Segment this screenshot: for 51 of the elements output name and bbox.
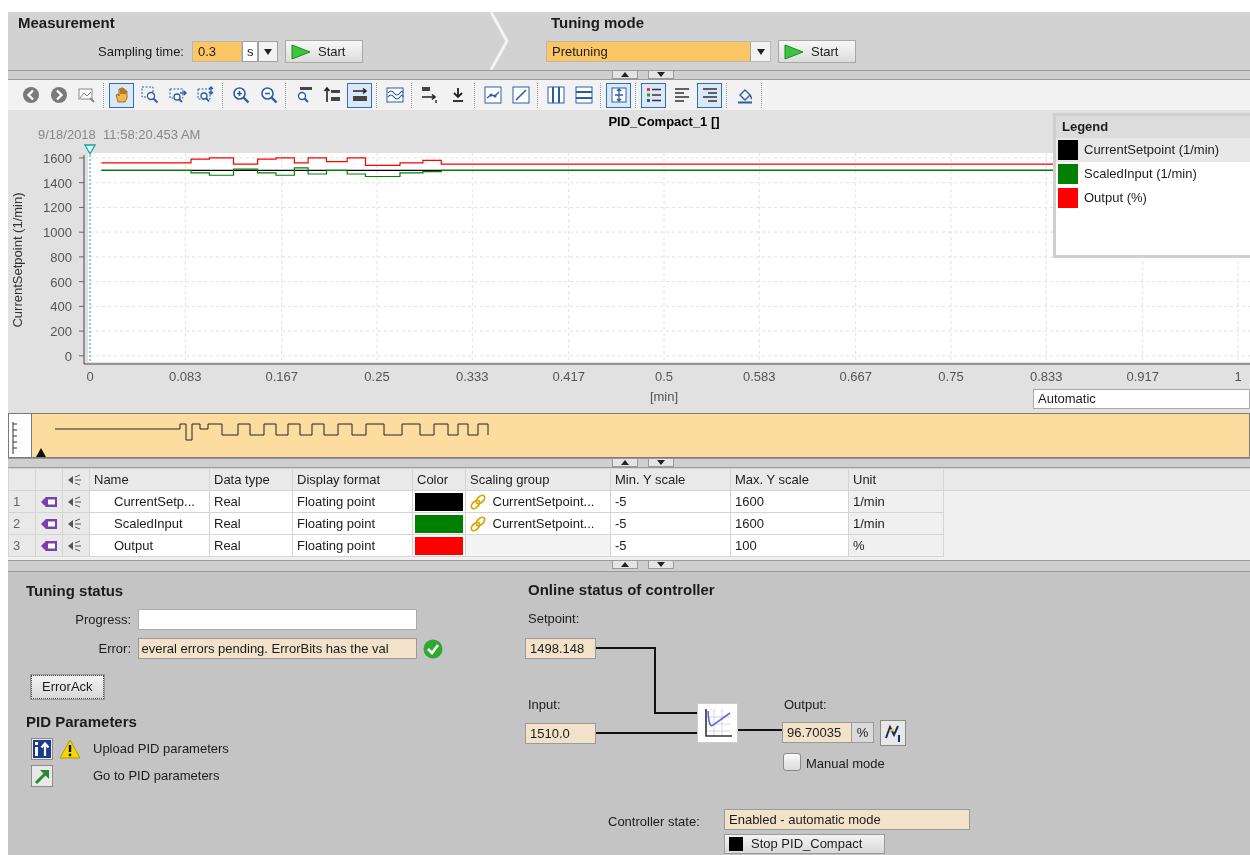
x-tick-label: 0.917 <box>1126 369 1159 384</box>
x-tick-label: 0.5 <box>654 369 674 384</box>
y-tick-label: 1400 <box>43 175 72 191</box>
y-tick-label: 800 <box>50 249 72 265</box>
section-title: Tuning mode <box>551 14 646 32</box>
row-number: 2 <box>8 512 36 535</box>
y-tick-label: 200 <box>50 324 72 340</box>
setpoint-field: 1498.148 <box>525 638 596 659</box>
y-axis-title: CurrentSetpoint (1/min) <box>10 192 25 328</box>
y-tick-label: 1000 <box>43 225 72 241</box>
timestamp: 9/18/2018 11:58:20.453 AM <box>38 127 201 142</box>
x-tick-label: 1 <box>1234 369 1242 384</box>
field-label: Progress: <box>74 610 131 629</box>
y-tick-label: 1600 <box>43 150 72 166</box>
unit-label: % <box>852 722 874 743</box>
x-tick-label: 0.417 <box>552 369 585 384</box>
y-tick-label: 0 <box>64 348 72 364</box>
section-title: PID Parameters <box>26 713 138 731</box>
x-tick-label: 0 <box>86 369 94 384</box>
x-axis-title: [min] <box>649 389 679 404</box>
field-label: Error: <box>97 639 131 658</box>
x-tick-label: 0.833 <box>1030 369 1063 384</box>
table-cell-text: CurrentSetpoint... <box>492 492 595 511</box>
field-label: Output: <box>784 696 827 714</box>
x-tick-label: 0.75 <box>938 369 964 384</box>
checkbox-label: Manual mode <box>806 755 885 773</box>
output-field: 96.70035 <box>782 722 852 743</box>
input-field: 1510.0 <box>525 723 596 744</box>
x-tick-label: 0.25 <box>364 369 390 384</box>
field-label: Input: <box>528 696 561 714</box>
y-tick-label: 600 <box>50 274 72 290</box>
x-tick-label: 0.333 <box>456 369 489 384</box>
x-tick-label: 0.167 <box>265 369 298 384</box>
x-tick-label: 0.667 <box>839 369 872 384</box>
chart-title: PID_Compact_1 [] <box>608 114 720 129</box>
y-tick-label: 1200 <box>43 200 72 216</box>
controller-state-field: Enabled - automatic mode <box>724 809 970 830</box>
field-label: Sampling time: <box>98 42 184 61</box>
field-label: Setpoint: <box>528 610 580 628</box>
row-number: 3 <box>8 534 36 557</box>
section-title: Tuning status <box>26 582 125 600</box>
section-title: Online status of controller <box>528 581 715 599</box>
y-tick-label: 400 <box>50 299 72 315</box>
section-title: Measurement <box>18 14 116 32</box>
error-field: everal errors pending. ErrorBits has the val <box>137 638 417 659</box>
x-tick-label: 0.583 <box>743 369 776 384</box>
x-tick-label: 0.083 <box>169 369 202 384</box>
table-cell-text: CurrentSetpoint... <box>492 514 595 533</box>
row-number: 1 <box>8 490 36 513</box>
field-label: Controller state: <box>608 813 700 831</box>
legend-title: Legend <box>1062 118 1109 136</box>
